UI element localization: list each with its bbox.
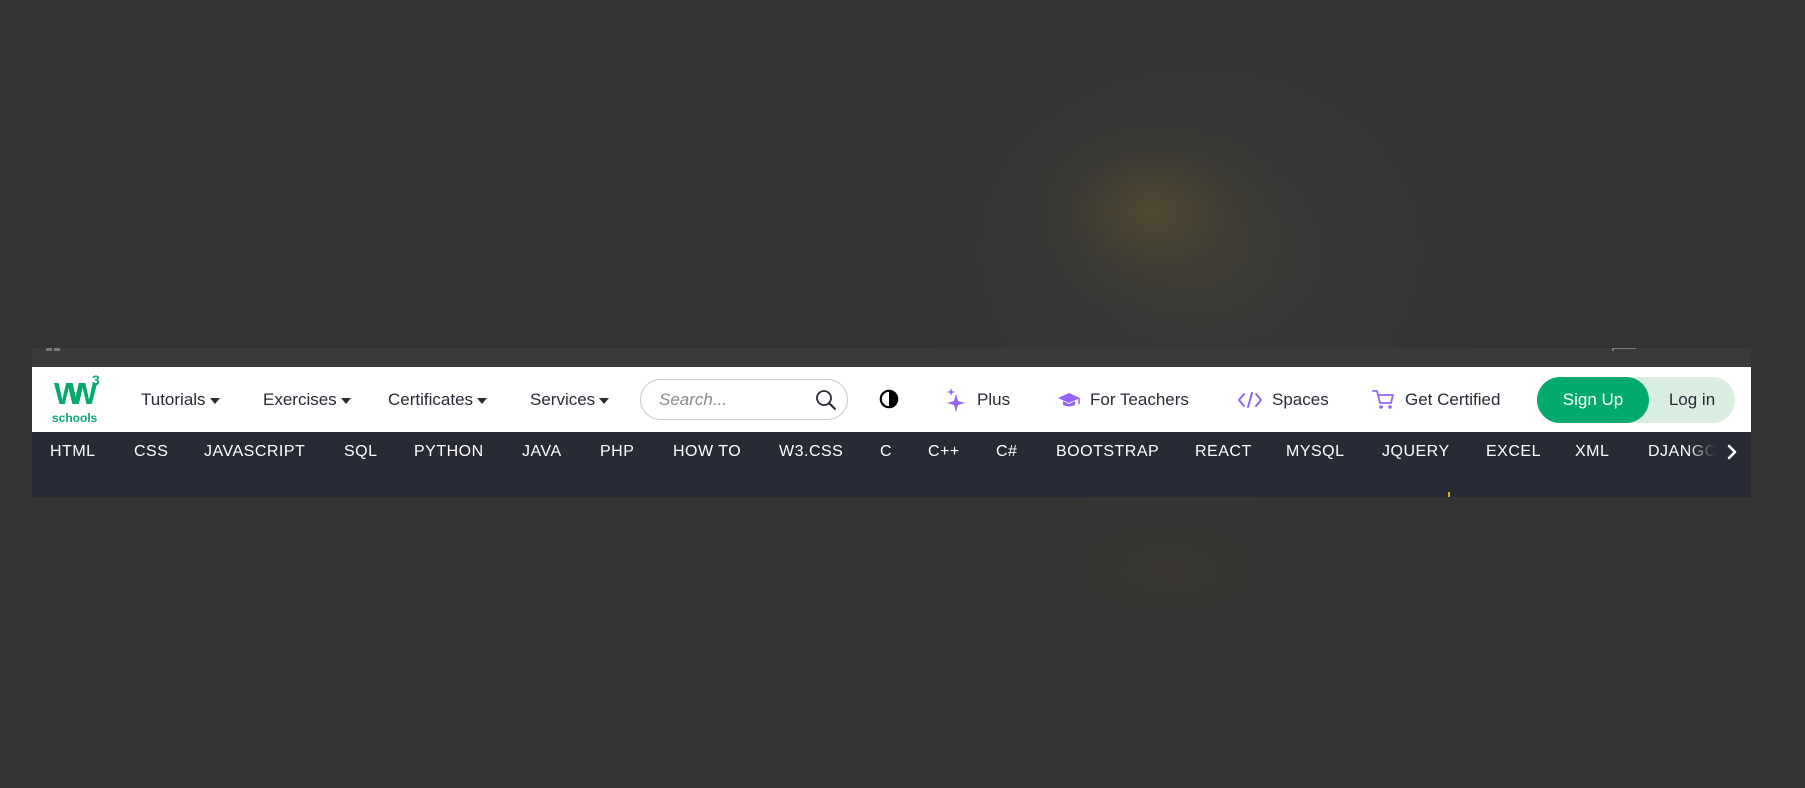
cart-icon	[1372, 389, 1394, 409]
subnav-item-c[interactable]: C	[880, 442, 892, 462]
subnav-item-php[interactable]: PHP	[600, 442, 634, 462]
subnav-item-sql[interactable]: SQL	[344, 442, 378, 462]
subnav-item-jquery[interactable]: JQUERY	[1382, 442, 1450, 462]
subnav-item-cpp[interactable]: C++	[928, 442, 960, 462]
subnav-item-csharp[interactable]: C#	[996, 442, 1017, 462]
subnav-list: HTML CSS JAVASCRIPT SQL PYTHON JAVA PHP …	[32, 432, 1722, 472]
subnav-fade-overlay	[1687, 432, 1727, 472]
strip-tick	[46, 348, 52, 351]
search-box	[640, 379, 848, 420]
subnav-item-mysql[interactable]: MYSQL	[1286, 442, 1345, 462]
subnav-item-javascript[interactable]: JAVASCRIPT	[204, 442, 305, 462]
caret-down-icon	[340, 397, 351, 404]
services-menu[interactable]: Services	[530, 367, 610, 432]
spaces-link[interactable]: Spaces	[1237, 367, 1329, 432]
sign-up-button[interactable]: Sign Up	[1537, 377, 1649, 423]
sparkle-icon	[947, 387, 965, 412]
tutorial-subnav: HTML CSS JAVASCRIPT SQL PYTHON JAVA PHP …	[32, 432, 1751, 497]
subnav-item-how-to[interactable]: HOW TO	[673, 442, 741, 462]
subnav-item-excel[interactable]: EXCEL	[1486, 442, 1541, 462]
auth-button-group: Sign Up Log in	[1537, 377, 1735, 423]
services-menu-label: Services	[530, 389, 596, 409]
logo-wordmark: schools	[52, 411, 98, 425]
strip-tick	[54, 348, 60, 351]
w3schools-logo[interactable]: W W 3 schools	[52, 372, 106, 426]
get-certified-link-label: Get Certified	[1405, 389, 1501, 409]
graduation-cap-icon	[1058, 392, 1080, 406]
subnav-item-python[interactable]: PYTHON	[414, 442, 484, 462]
tutorials-menu[interactable]: Tutorials	[141, 367, 220, 432]
subnav-item-bootstrap[interactable]: BOOTSTRAP	[1056, 442, 1159, 462]
subnav-item-w3css[interactable]: W3.CSS	[779, 442, 843, 462]
get-certified-link[interactable]: Get Certified	[1372, 367, 1500, 432]
caret-down-icon	[209, 397, 220, 404]
subnav-item-react[interactable]: REACT	[1195, 442, 1252, 462]
caret-down-icon	[599, 397, 610, 404]
strip-tick	[1612, 348, 1636, 349]
logo-superscript: 3	[92, 372, 100, 388]
certificates-menu[interactable]: Certificates	[388, 367, 488, 432]
search-input[interactable]	[659, 389, 809, 410]
exercises-menu[interactable]: Exercises	[263, 367, 351, 432]
logo-mark-second-stroke: W	[68, 376, 97, 411]
certificates-menu-label: Certificates	[388, 389, 474, 409]
subnav-item-java[interactable]: JAVA	[522, 442, 562, 462]
background-glow	[1020, 110, 1280, 310]
plus-link[interactable]: Plus	[946, 367, 1010, 432]
tutorials-menu-label: Tutorials	[141, 389, 206, 409]
contrast-toggle-icon[interactable]	[879, 389, 899, 409]
search-icon[interactable]	[815, 389, 837, 411]
chevron-right-icon[interactable]	[1725, 442, 1739, 462]
subnav-item-xml[interactable]: XML	[1575, 442, 1609, 462]
log-in-button[interactable]: Log in	[1649, 377, 1735, 423]
top-navigation-bar: W W 3 schools Tutorials Exercises Certif…	[32, 367, 1751, 432]
plus-link-label: Plus	[977, 389, 1011, 409]
caret-down-icon	[477, 397, 488, 404]
for-teachers-link[interactable]: For Teachers	[1057, 367, 1189, 432]
background-glow-lower	[980, 470, 1360, 670]
subnav-item-html[interactable]: HTML	[50, 442, 96, 462]
for-teachers-link-label: For Teachers	[1090, 389, 1189, 409]
code-brackets-icon	[1238, 391, 1262, 408]
subnav-highlight-marker	[1448, 492, 1450, 497]
exercises-menu-label: Exercises	[263, 389, 337, 409]
browser-top-strip	[32, 348, 1751, 367]
spaces-link-label: Spaces	[1272, 389, 1329, 409]
subnav-item-css[interactable]: CSS	[134, 442, 168, 462]
